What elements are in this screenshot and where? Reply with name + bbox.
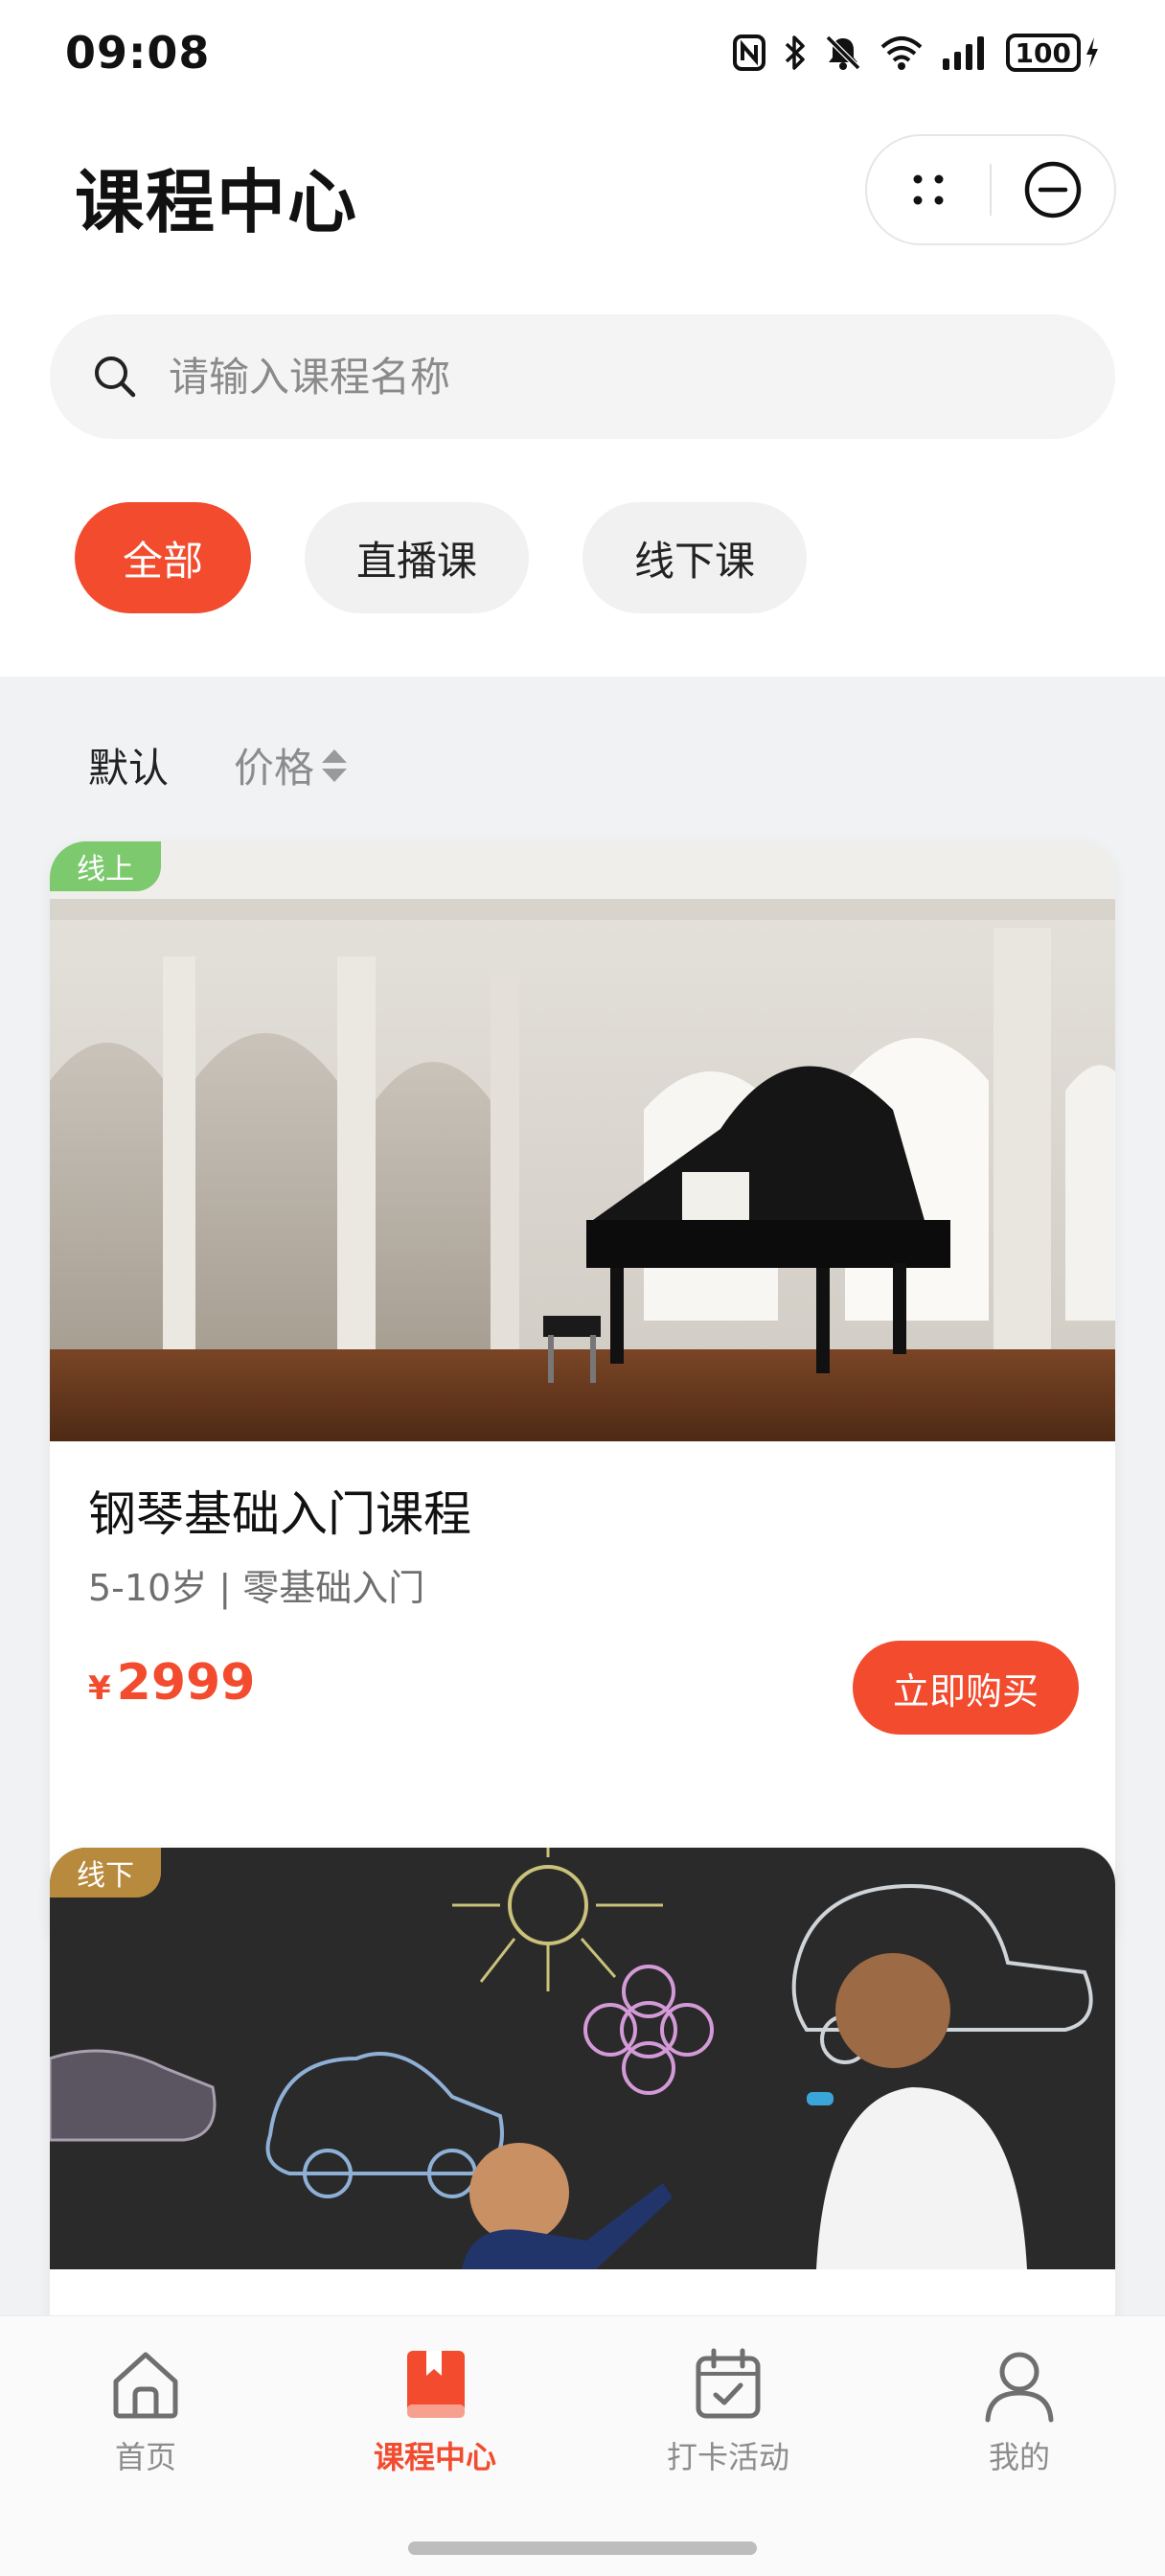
wifi-icon <box>880 36 922 70</box>
category-all[interactable]: 全部 <box>75 502 252 613</box>
category-tabs: 全部 直播课 线下课 <box>75 502 808 613</box>
tab-home[interactable]: 首页 <box>40 2345 251 2477</box>
sort-bar: 默认 价格 <box>88 736 349 794</box>
user-icon <box>985 2352 1054 2423</box>
charging-icon <box>1086 37 1098 68</box>
close-button[interactable] <box>992 136 1114 243</box>
search-bar[interactable] <box>50 314 1115 439</box>
home-icon <box>113 2352 178 2419</box>
sort-arrows-icon <box>322 748 348 782</box>
category-offline[interactable]: 线下课 <box>582 502 808 613</box>
status-time: 09:08 <box>65 27 211 79</box>
online-tag: 线上 <box>50 841 161 891</box>
course-image: 线下 <box>50 1848 1115 2269</box>
more-dots-icon <box>913 174 944 205</box>
status-bar: 09:08 100 <box>0 0 1165 105</box>
course-subtitle: 5-10岁 | 零基础入门 <box>88 1567 425 1609</box>
tab-label: 课程中心 <box>373 2439 496 2475</box>
book-icon <box>407 2351 465 2418</box>
tab-label: 打卡活动 <box>666 2439 789 2475</box>
bottom-tab-bar: 首页 课程中心 打卡活动 我的 <box>0 2315 1165 2576</box>
more-button[interactable] <box>867 136 990 243</box>
tab-course-center[interactable]: 课程中心 <box>330 2345 540 2477</box>
battery-icon: 100 <box>1005 34 1100 72</box>
course-title: 钢琴基础入门课程 <box>88 1486 471 1542</box>
mute-icon <box>825 34 860 71</box>
nfc-icon <box>732 34 765 71</box>
search-input[interactable] <box>169 353 1031 401</box>
buy-now-button[interactable]: 立即购买 <box>853 1641 1079 1735</box>
price-value: 2999 <box>116 1654 256 1712</box>
battery-level: 100 <box>1005 34 1081 72</box>
header: 课程中心 <box>0 125 1165 259</box>
tab-label: 我的 <box>988 2439 1050 2475</box>
course-list: 默认 价格 线上 钢琴基础入门课程 5-10岁 | 零基础入门 ¥ 2999 立… <box>0 677 1165 2315</box>
sort-price-label: 价格 <box>234 745 315 792</box>
tab-label: 首页 <box>114 2439 176 2475</box>
chalkboard-image <box>50 1848 1115 2269</box>
category-live[interactable]: 直播课 <box>305 502 530 613</box>
calendar-check-icon <box>696 2348 761 2419</box>
course-card[interactable]: 线下 <box>50 1848 1115 2315</box>
signal-icon <box>942 36 984 70</box>
course-card[interactable]: 线上 钢琴基础入门课程 5-10岁 | 零基础入门 ¥ 2999 立即购买 <box>50 841 1115 1953</box>
sort-price[interactable]: 价格 <box>234 736 349 794</box>
home-indicator[interactable] <box>408 2542 757 2555</box>
mini-program-capsule <box>865 134 1116 245</box>
tab-checkin[interactable]: 打卡活动 <box>623 2345 834 2477</box>
sort-default[interactable]: 默认 <box>88 736 169 794</box>
piano-hall-image <box>50 841 1115 1441</box>
search-icon <box>95 356 136 398</box>
price-symbol: ¥ <box>88 1669 111 1708</box>
bluetooth-icon <box>785 35 805 70</box>
page-title: 课程中心 <box>75 162 359 242</box>
tab-mine[interactable]: 我的 <box>914 2345 1125 2477</box>
status-icons: 100 <box>732 34 1100 72</box>
offline-tag: 线下 <box>50 1848 161 1898</box>
course-image: 线上 <box>50 841 1115 1441</box>
course-price: ¥ 2999 <box>88 1654 255 1712</box>
close-circle-icon <box>1024 161 1082 218</box>
